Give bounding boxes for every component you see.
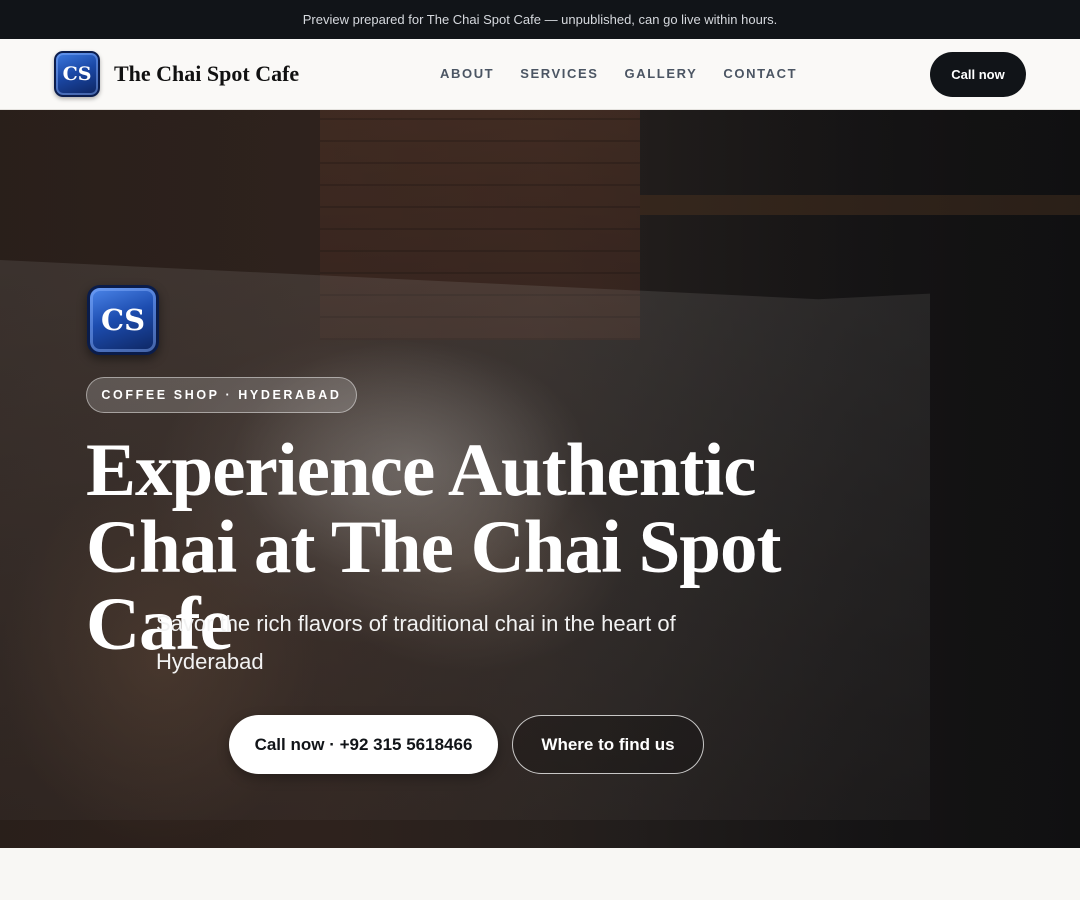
where-to-find-us-button[interactable]: Where to find us xyxy=(512,715,704,774)
nav-link-gallery[interactable]: GALLERY xyxy=(625,66,698,81)
nav-link-contact[interactable]: CONTACT xyxy=(723,66,797,81)
header-call-now-button[interactable]: Call now xyxy=(930,52,1026,97)
hero-call-now-button[interactable]: Call now · +92 315 5618466 xyxy=(229,715,498,774)
preview-banner: Preview prepared for The Chai Spot Cafe … xyxy=(0,0,1080,39)
brand-link[interactable]: CS The Chai Spot Cafe xyxy=(54,51,299,97)
hero-subtitle: Savor the rich flavors of traditional ch… xyxy=(156,611,676,674)
category-location-tag: COFFEE SHOP · HYDERABAD xyxy=(86,377,357,413)
site-header: CS The Chai Spot Cafe ABOUT SERVICES GAL… xyxy=(0,39,1080,110)
nav-link-services[interactable]: SERVICES xyxy=(520,66,598,81)
preview-banner-text: Preview prepared for The Chai Spot Cafe … xyxy=(302,12,778,27)
main-nav: ABOUT SERVICES GALLERY CONTACT xyxy=(440,66,823,81)
hero-section: CS COFFEE SHOP · HYDERABAD Experience Au… xyxy=(0,110,1080,848)
brand-name: The Chai Spot Cafe xyxy=(114,61,300,86)
brand-logo-icon: CS xyxy=(54,51,100,97)
hero-logo-icon: CS xyxy=(87,285,159,355)
next-section xyxy=(0,848,1080,900)
nav-link-about[interactable]: ABOUT xyxy=(440,66,494,81)
